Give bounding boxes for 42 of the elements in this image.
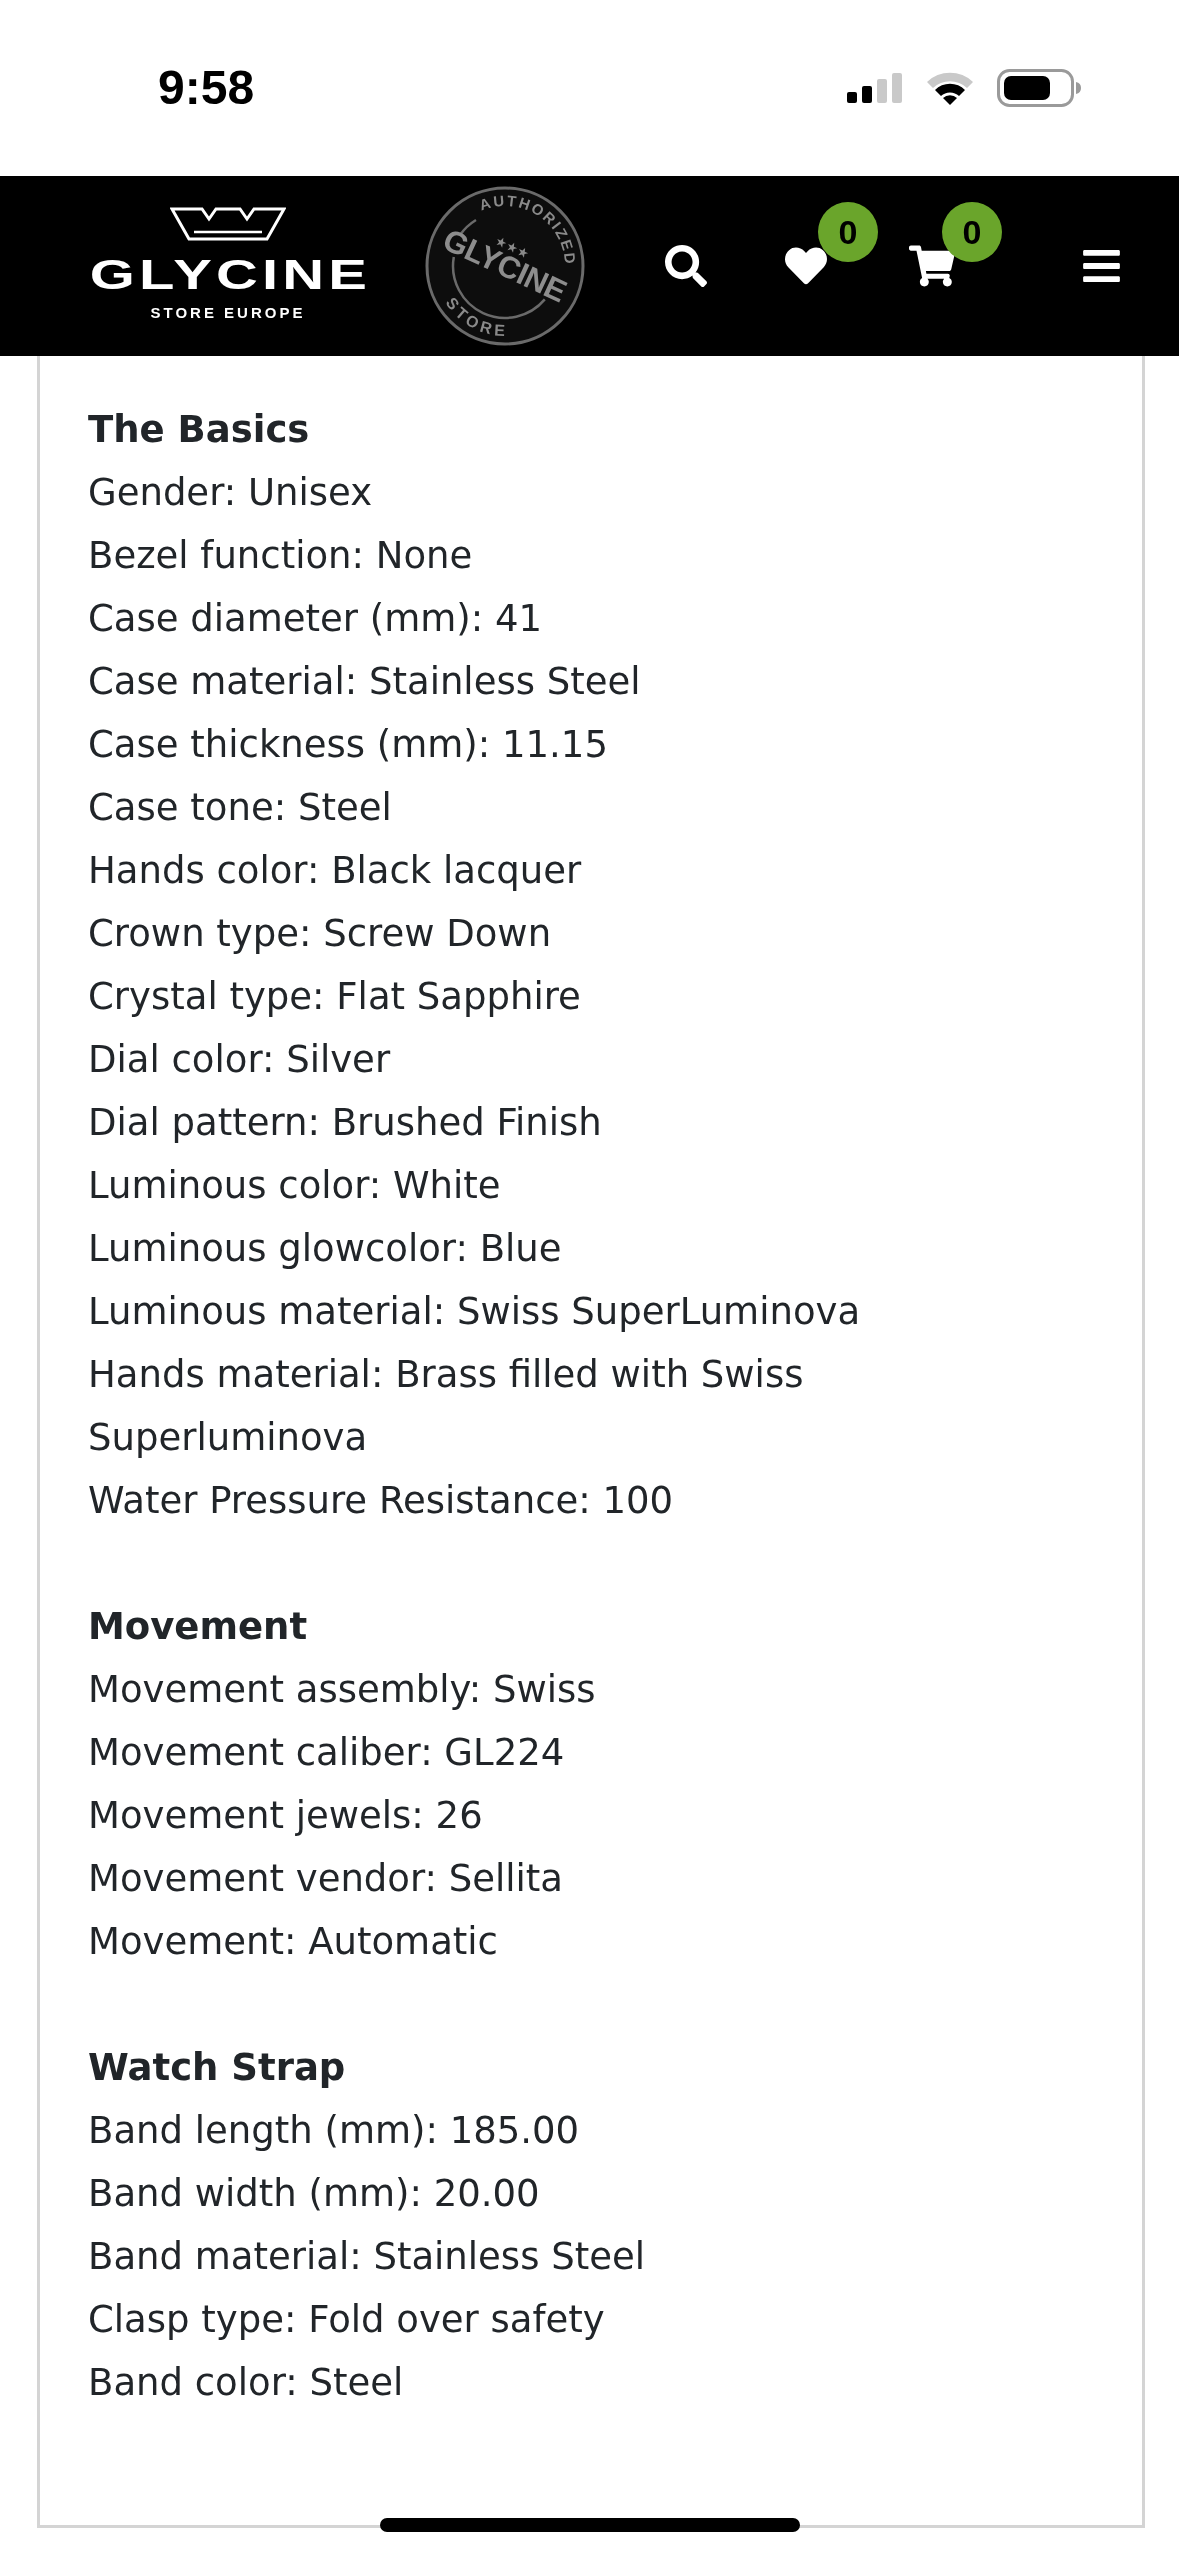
spec-text: Clasp type: Fold over safety [88,2297,606,2343]
spec-text: Case diameter (mm): 41 [88,596,544,642]
spec-text: Water Pressure Resistance: 100 [88,1478,675,1524]
section-heading: Watch Strap [88,2045,347,2091]
cart-button[interactable] [908,243,956,289]
spec-text: Movement assembly: Swiss [88,1667,597,1713]
spec-text: Hands color: Black lacquer [88,848,583,894]
wifi-icon [925,70,975,106]
spec-text: Band width (mm): 20.00 [88,2171,541,2217]
signal-icon [847,73,903,103]
spec-text: Crystal type: Flat Sapphire [88,974,582,1020]
spec-text: Crown type: Screw Down [88,911,553,957]
spec-text: Movement caliber: GL224 [88,1730,566,1776]
spec-text: Luminous glowcolor: Blue [88,1226,563,1272]
store-logo-link[interactable]: GLYCINE STORE EUROPE [62,207,394,325]
section-heading: The Basics [88,407,311,453]
spec-text: Movement jewels: 26 [88,1793,484,1839]
heart-icon [784,245,827,287]
cart-icon [909,245,955,287]
spec-text: Band color: Steel [88,2360,405,2406]
battery-icon [997,69,1081,107]
crown-icon [170,207,286,241]
spec-text: Dial color: Silver [88,1037,392,1083]
spec-text: Band material: Stainless Steel [88,2234,646,2280]
section-heading: Movement [88,1604,309,1650]
cart-count-badge: 0 [942,201,1002,262]
spec-text: Hands material: Brass filled with Swiss Superluminova [88,1352,805,1461]
spec-text: Movement vendor: Sellita [88,1856,565,1902]
status-time: 9:58 [158,64,255,112]
spec-text: Case thickness (mm): 11.15 [88,722,609,768]
spec-text: Luminous material: Swiss SuperLuminova [88,1289,862,1335]
spec-text: Band length (mm): 185.00 [88,2108,581,2154]
spec-text: Case tone: Steel [88,785,393,831]
search-icon [664,245,707,287]
spec-text: Luminous color: White [88,1163,502,1209]
spec-text: Bezel function: None [88,533,474,579]
spec-text: Gender: Unisex [88,470,374,516]
search-button[interactable] [663,243,708,289]
wishlist-count-badge: 0 [818,201,878,262]
spec-text: Movement: Automatic [88,1919,499,1965]
spec-text: Case material: Stainless Steel [88,659,642,705]
spec-text: Dial pattern: Brushed Finish [88,1100,603,1146]
